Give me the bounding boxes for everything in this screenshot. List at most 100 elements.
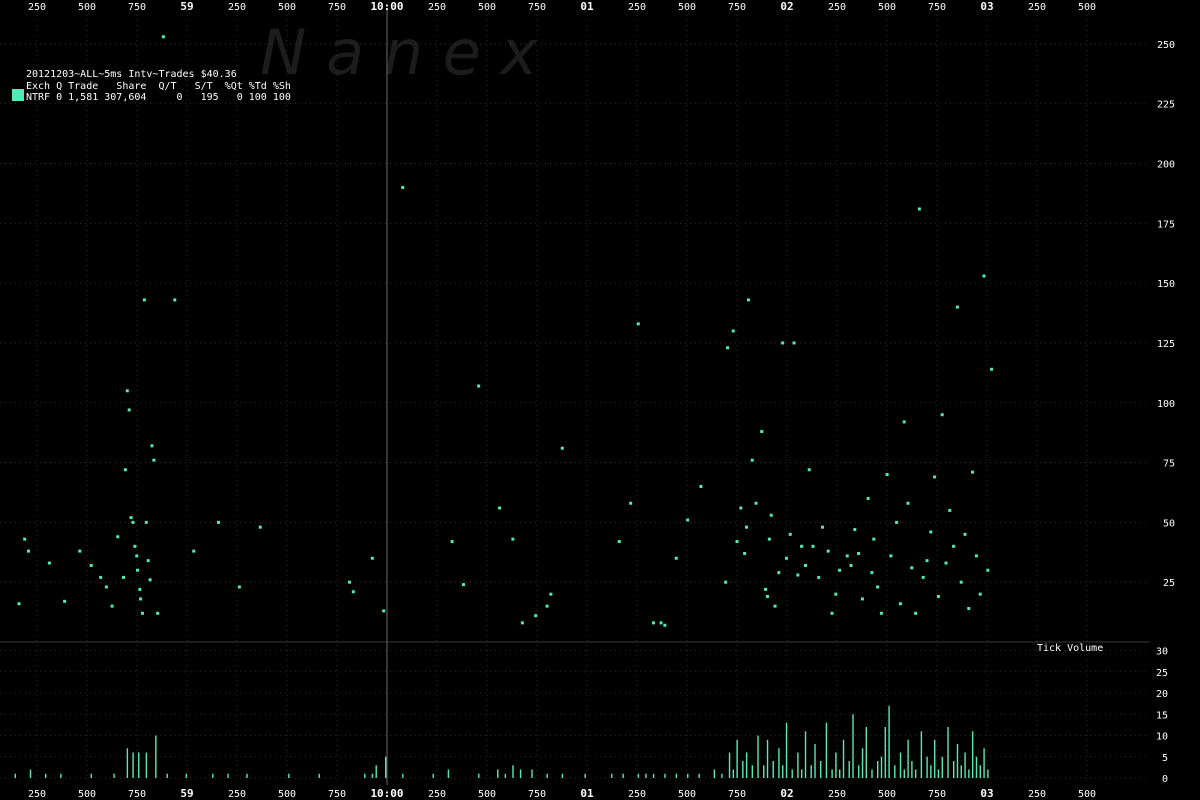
tick-volume-bar	[797, 752, 799, 778]
tick-volume-bar	[652, 773, 655, 778]
x-tick-label-bottom: 500	[878, 789, 896, 800]
x-tick-label-bottom: 750	[328, 789, 346, 800]
tick-volume-bar	[432, 773, 434, 778]
trade-point	[792, 341, 796, 345]
trade-point	[885, 473, 889, 477]
x-tick-label-bottom: 250	[428, 789, 446, 800]
x-tick-label-top: 250	[628, 2, 646, 13]
trade-point	[104, 585, 108, 589]
trade-point	[629, 501, 633, 505]
trade-point	[754, 501, 758, 505]
tick-volume-bar	[960, 765, 962, 778]
tick-volume-bar	[858, 765, 860, 778]
tick-volume-bar	[947, 727, 949, 778]
y-tick-label-lower: 0	[1162, 774, 1168, 785]
trade-point	[144, 520, 148, 524]
trade-point	[914, 611, 918, 615]
trade-point	[549, 592, 553, 596]
tick-volume-bar	[975, 756, 978, 778]
trade-point	[971, 470, 975, 474]
trade-point	[940, 413, 944, 417]
trade-point	[944, 561, 948, 565]
trade-point	[216, 520, 220, 524]
trade-point	[800, 544, 804, 548]
tick-volume-bar	[941, 756, 943, 778]
trade-point	[853, 528, 857, 532]
y-tick-label-upper: 175	[1157, 219, 1175, 230]
x-tick-label-top: 500	[1078, 2, 1096, 13]
tick-volume-bar	[447, 769, 450, 778]
trade-point	[860, 597, 864, 601]
trade-point	[477, 384, 481, 388]
trade-point	[933, 475, 937, 479]
trade-point	[699, 485, 703, 488]
x-tick-label-bottom: 500	[1078, 789, 1096, 800]
tick-volume-bar	[402, 773, 404, 778]
y-tick-label-lower: 15	[1156, 710, 1168, 721]
y-tick-label-lower: 5	[1162, 753, 1168, 764]
tick-volume-bar	[782, 765, 784, 778]
y-tick-label-upper: 75	[1163, 459, 1175, 470]
tick-volume-bar	[512, 765, 514, 778]
legend-swatch	[12, 89, 24, 101]
trade-point	[917, 207, 921, 211]
trade-point	[726, 346, 730, 350]
trade-point	[746, 298, 750, 302]
tick-volume-bar	[637, 773, 640, 778]
trade-point	[129, 516, 133, 520]
trade-point	[889, 554, 893, 558]
trade-point	[838, 568, 842, 572]
trade-point	[659, 621, 663, 625]
tick-volume-bar	[814, 744, 816, 778]
trade-point	[237, 585, 241, 589]
trade-point	[872, 537, 876, 541]
tick-volume-bar	[839, 769, 841, 778]
y-tick-label-upper: 225	[1157, 100, 1175, 111]
x-tick-label-bottom: 500	[478, 789, 496, 800]
tick-volume-bar	[751, 765, 754, 778]
tick-volume-bar	[907, 739, 909, 778]
x-tick-label-bottom: 250	[628, 789, 646, 800]
trade-point	[560, 446, 564, 450]
x-tick-label-top: 500	[878, 2, 896, 13]
trade-point	[450, 540, 454, 544]
tick-volume-bar	[987, 769, 989, 778]
y-tick-label-lower: 20	[1156, 689, 1168, 700]
tick-volume-bar	[732, 769, 735, 778]
trade-point	[148, 578, 152, 582]
trade-point	[173, 298, 177, 302]
x-tick-label-bottom: 250	[1028, 789, 1046, 800]
tick-volume-bar	[155, 735, 157, 778]
tick-volume-bar	[968, 769, 970, 778]
x-tick-label-top: 500	[278, 2, 296, 13]
tick-volume-bar	[504, 773, 507, 778]
trade-point	[461, 583, 465, 587]
tick-volume-bar	[371, 773, 374, 778]
trade-point	[986, 568, 990, 572]
trade-point	[125, 389, 129, 393]
tick-volume-bar	[835, 752, 837, 778]
tick-volume-bar	[375, 765, 377, 778]
tick-volume-label: Tick Volume	[1037, 643, 1103, 654]
trade-point	[511, 537, 515, 541]
trade-point	[139, 597, 143, 601]
trade-point	[545, 604, 549, 608]
trade-point	[156, 611, 160, 615]
tick-volume-bar	[645, 773, 647, 778]
tick-volume-bar	[227, 773, 229, 778]
x-tick-label-top: 250	[1028, 2, 1046, 13]
trade-point	[936, 595, 940, 599]
chart-background	[0, 0, 1200, 800]
watermark: N a n e x	[260, 16, 539, 89]
legend-row: NTRF 0 1,581 307,604 0 195 0 100 100	[26, 92, 291, 103]
tick-volume-bar	[60, 773, 62, 778]
trade-point	[152, 458, 156, 462]
tick-volume-bar	[785, 722, 788, 778]
y-tick-label-upper: 250	[1157, 40, 1175, 51]
tick-volume-bar	[979, 765, 981, 778]
trade-point	[821, 525, 825, 529]
x-tick-label-bottom: 750	[928, 789, 946, 800]
tick-volume-bar	[364, 773, 366, 778]
trade-point	[830, 611, 834, 615]
tick-volume-bar	[29, 769, 32, 778]
